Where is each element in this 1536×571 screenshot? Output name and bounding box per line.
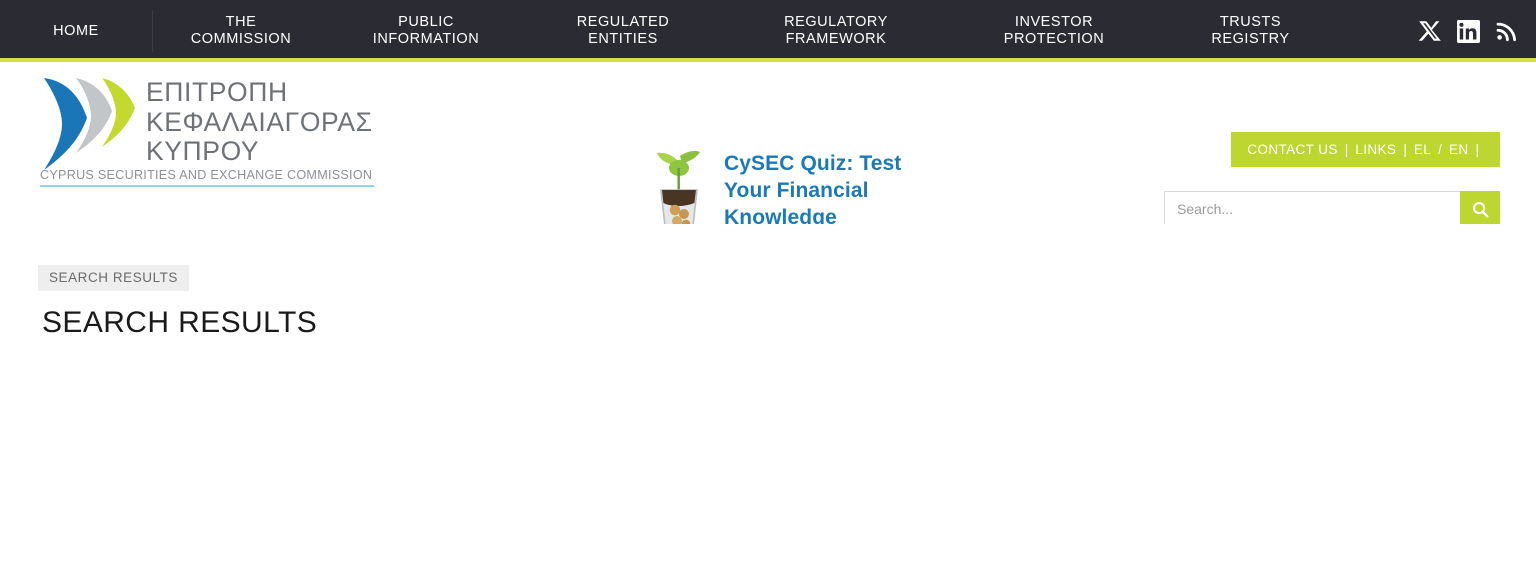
nav-items: HOME THE COMMISSION PUBLIC INFORMATION R… (0, 2, 1409, 60)
cysec-quiz-text: CySEC Quiz: Test Your Financial Knowledg… (724, 151, 902, 229)
nav-item-regulatory-framework[interactable]: REGULATORY FRAMEWORK (723, 14, 949, 48)
nav-item-public-information[interactable]: PUBLIC INFORMATION (329, 14, 523, 48)
utility-separator-2: | (1403, 142, 1407, 157)
nav-item-investor-protection[interactable]: INVESTOR PROTECTION (949, 14, 1159, 48)
social-links (1417, 2, 1518, 60)
utility-bar: CONTACT US | LINKS | EL / EN | (1231, 132, 1500, 167)
cysec-quiz-banner[interactable]: CySEC Quiz: Test Your Financial Knowledg… (650, 148, 901, 232)
top-navigation-bar: HOME THE COMMISSION PUBLIC INFORMATION R… (0, 0, 1536, 62)
nav-item-regulated-entities[interactable]: REGULATED ENTITIES (523, 14, 723, 48)
page-title: SEARCH RESULTS (42, 306, 318, 339)
nav-item-the-commission[interactable]: THE COMMISSION (153, 14, 329, 48)
contact-us-link[interactable]: CONTACT US (1247, 142, 1338, 157)
nav-item-home[interactable]: HOME (0, 23, 152, 40)
utility-separator-3: | (1475, 142, 1479, 157)
site-search (1164, 191, 1500, 227)
rss-icon[interactable] (1494, 19, 1518, 43)
language-el-link[interactable]: EL (1414, 142, 1431, 157)
search-submit-button[interactable] (1460, 191, 1500, 227)
search-icon (1472, 201, 1489, 218)
site-header: ΕΠΙΤΡΟΠΗ ΚΕΦΑΛΑΙΑΓΟΡΑΣ ΚΥΠΡΟΥ CYPRUS SEC… (0, 62, 1536, 232)
breadcrumb[interactable]: SEARCH RESULTS (38, 265, 189, 291)
logo-tagline: CYPRUS SECURITIES AND EXCHANGE COMMISSIO… (40, 168, 373, 182)
seedling-in-pot-image (657, 151, 700, 232)
logo-underline (40, 185, 374, 187)
logo-greek-name: ΕΠΙΤΡΟΠΗ ΚΕΦΑΛΑΙΑΓΟΡΑΣ ΚΥΠΡΟΥ (146, 77, 373, 166)
search-input[interactable] (1164, 191, 1460, 227)
linkedin-icon[interactable] (1456, 19, 1481, 44)
nav-item-trusts-registry[interactable]: TRUSTS REGISTRY (1159, 14, 1342, 48)
language-separator: / (1438, 142, 1442, 157)
utility-separator-1: | (1344, 142, 1349, 157)
language-en-link[interactable]: EN (1449, 142, 1469, 157)
main-content: SEARCH RESULTS SEARCH RESULTS No documen… (0, 224, 1536, 571)
logo-wordmark: ΕΠΙΤΡΟΠΗ ΚΕΦΑΛΑΙΑΓΟΡΑΣ ΚΥΠΡΟΥ (146, 70, 373, 167)
x-twitter-icon[interactable] (1417, 18, 1443, 44)
links-link[interactable]: LINKS (1355, 142, 1396, 157)
cysec-logo-mark (44, 78, 135, 170)
logo-tagline-wrap: CYPRUS SECURITIES AND EXCHANGE COMMISSIO… (40, 168, 374, 187)
site-logo[interactable]: ΕΠΙΤΡΟΠΗ ΚΕΦΑΛΑΙΑΓΟΡΑΣ ΚΥΠΡΟΥ (38, 70, 373, 176)
